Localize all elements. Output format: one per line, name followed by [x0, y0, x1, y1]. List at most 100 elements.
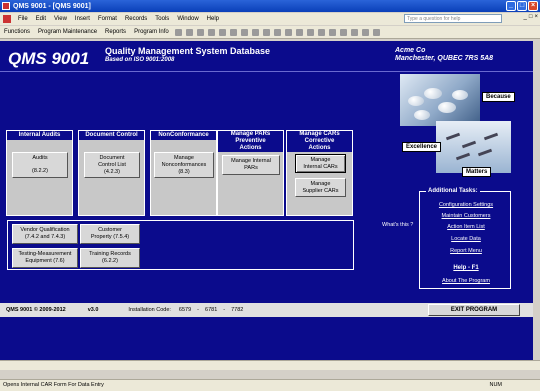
nonconformance-section: NonConformance Manage Nonconformances (8…: [150, 130, 217, 216]
header-subtitle: Based on ISO 9001:2008: [105, 57, 175, 63]
because-label: Because: [482, 92, 515, 102]
title-bar: QMS 9001 - [QMS 9001] _ □ ×: [0, 0, 540, 12]
internal-audits-section: Internal Audits Audits (8.2.2): [6, 130, 73, 216]
cars-heading: Manage CARs Corrective Actions: [287, 131, 352, 152]
help-f1-link[interactable]: Help - F1: [420, 265, 512, 271]
copyright-text: QMS 9001 © 2009-2012: [6, 307, 66, 313]
document-control-heading: Document Control: [79, 131, 144, 140]
additional-tasks-panel: Additional Tasks: Configuration Settings…: [419, 188, 512, 289]
status-bar: Opens Internal CAR Form For Data Entry N…: [0, 379, 540, 391]
installation-code-2: 6781: [205, 307, 218, 313]
database-icon: [3, 15, 11, 23]
window-title: QMS 9001 - [QMS 9001]: [13, 2, 91, 10]
manage-internal-cars-button[interactable]: Manage Internal CARs: [295, 154, 346, 173]
find-icon[interactable]: [317, 28, 325, 36]
company-info: Acme Co Manchester, QUBEC 7RS 5A8: [395, 47, 493, 63]
undo-icon[interactable]: [262, 28, 270, 36]
help-search-input[interactable]: Type a question for help: [404, 14, 502, 23]
menu-edit[interactable]: Edit: [32, 16, 50, 22]
audits-button-ref: (8.2.2): [32, 168, 48, 174]
customer-property-button[interactable]: Customer Property (7.5.4): [80, 224, 140, 244]
company-name: Acme Co: [395, 47, 426, 54]
installation-code-1: 6579: [178, 307, 192, 313]
horizontal-scrollbar[interactable]: [0, 360, 540, 370]
company-location: Manchester, QUBEC 7RS 5A8: [395, 55, 494, 62]
hyperlink-icon[interactable]: [273, 28, 281, 36]
locate-data-link[interactable]: Locate Data: [420, 236, 512, 242]
menu-records[interactable]: Records: [121, 16, 151, 22]
manage-nonconformances-button[interactable]: Manage Nonconformances (8.3): [154, 152, 214, 178]
toolbar-reports-menu[interactable]: Reports: [101, 29, 130, 35]
delete-record-icon[interactable]: [339, 28, 347, 36]
new-object-icon[interactable]: [361, 28, 369, 36]
menu-view[interactable]: View: [50, 16, 71, 22]
app-window: QMS 9001 - [QMS 9001] _ □ × File Edit Vi…: [0, 0, 540, 391]
excellence-label: Excellence: [402, 142, 442, 152]
maximize-button[interactable]: □: [517, 1, 527, 11]
whats-this-link[interactable]: What's this ?: [382, 222, 413, 228]
audits-button[interactable]: Audits (8.2.2): [12, 152, 68, 178]
pars-section: Manage PARs Preventive Actions Manage In…: [217, 130, 284, 216]
maintain-customers-link[interactable]: Maintain Customers: [420, 213, 512, 219]
menu-tools[interactable]: Tools: [151, 16, 173, 22]
exit-program-button[interactable]: EXIT PROGRAM: [428, 304, 520, 316]
sort-ascending-icon[interactable]: [284, 28, 292, 36]
document-control-list-ref: (4.2.3): [104, 168, 120, 175]
close-button[interactable]: ×: [528, 1, 538, 11]
vertical-scrollbar[interactable]: [533, 41, 540, 360]
installation-code-label: Installation Code:: [128, 307, 171, 313]
toolbar-program-maintenance-menu[interactable]: Program Maintenance: [34, 29, 101, 35]
design-view-icon[interactable]: [174, 28, 182, 36]
print-icon[interactable]: [196, 28, 204, 36]
report-menu-link[interactable]: Report Menu: [420, 248, 512, 254]
menu-window[interactable]: Window: [173, 16, 202, 22]
minimize-button[interactable]: _: [506, 1, 516, 11]
cut-icon[interactable]: [229, 28, 237, 36]
mdi-minimize-icon[interactable]: _: [524, 14, 527, 20]
mdi-restore-icon[interactable]: □: [529, 14, 533, 20]
menu-help[interactable]: Help: [203, 16, 223, 22]
toolbar: Functions Program Maintenance Reports Pr…: [0, 26, 540, 39]
sort-descending-icon[interactable]: [295, 28, 303, 36]
copy-icon[interactable]: [240, 28, 248, 36]
database-window-icon[interactable]: [350, 28, 358, 36]
mdi-controls: _ □ ×: [524, 14, 538, 20]
configuration-settings-link[interactable]: Configuration Settings: [420, 202, 512, 208]
filter-icon[interactable]: [306, 28, 314, 36]
testing-measurement-equipment-button[interactable]: Testing-Measurement Equipment (7.6): [12, 248, 78, 268]
jets-image: [436, 121, 511, 173]
vendor-qualification-button[interactable]: Vendor Qualification (7.4.2 and 7.4.3): [12, 224, 78, 244]
pars-heading: Manage PARs Preventive Actions: [218, 131, 283, 152]
print-preview-icon[interactable]: [207, 28, 215, 36]
training-records-button[interactable]: Training Records (6.2.2): [80, 248, 140, 268]
pills-image: [400, 74, 480, 126]
menu-format[interactable]: Format: [94, 16, 121, 22]
paste-icon[interactable]: [251, 28, 259, 36]
spelling-icon[interactable]: [218, 28, 226, 36]
header-title: Quality Management System Database: [105, 46, 271, 56]
nonconformance-heading: NonConformance: [151, 131, 216, 140]
document-control-section: Document Control Document Control List (…: [78, 130, 145, 216]
document-control-list-button[interactable]: Document Control List (4.2.3): [84, 152, 140, 178]
installation-code-3: 7782: [231, 307, 244, 313]
action-item-list-link[interactable]: Action Item List: [420, 224, 512, 230]
main-form: QMS 9001 Quality Management System Datab…: [0, 41, 533, 360]
menu-insert[interactable]: Insert: [71, 16, 94, 22]
app-icon: [2, 2, 10, 10]
internal-audits-heading: Internal Audits: [7, 131, 72, 140]
status-text: Opens Internal CAR Form For Data Entry: [3, 382, 104, 388]
manage-supplier-cars-button[interactable]: Manage Supplier CARs: [295, 178, 346, 197]
additional-records-panel: Vendor Qualification (7.4.2 and 7.4.3) C…: [7, 220, 354, 270]
new-record-icon[interactable]: [328, 28, 336, 36]
save-icon[interactable]: [185, 28, 193, 36]
toolbar-program-info-menu[interactable]: Program Info: [130, 29, 173, 35]
manage-nonconformances-label: Manage Nonconformances: [161, 154, 207, 168]
mdi-close-icon[interactable]: ×: [534, 14, 538, 20]
menu-file[interactable]: File: [14, 16, 32, 22]
help-icon[interactable]: [372, 28, 380, 36]
about-program-link[interactable]: About The Program: [420, 278, 512, 284]
manage-internal-pars-button[interactable]: Manage Internal PARs: [222, 155, 280, 175]
manage-nonconformances-ref: (8.3): [178, 168, 190, 175]
additional-tasks-heading: Additional Tasks:: [426, 188, 480, 194]
toolbar-functions-menu[interactable]: Functions: [0, 29, 34, 35]
